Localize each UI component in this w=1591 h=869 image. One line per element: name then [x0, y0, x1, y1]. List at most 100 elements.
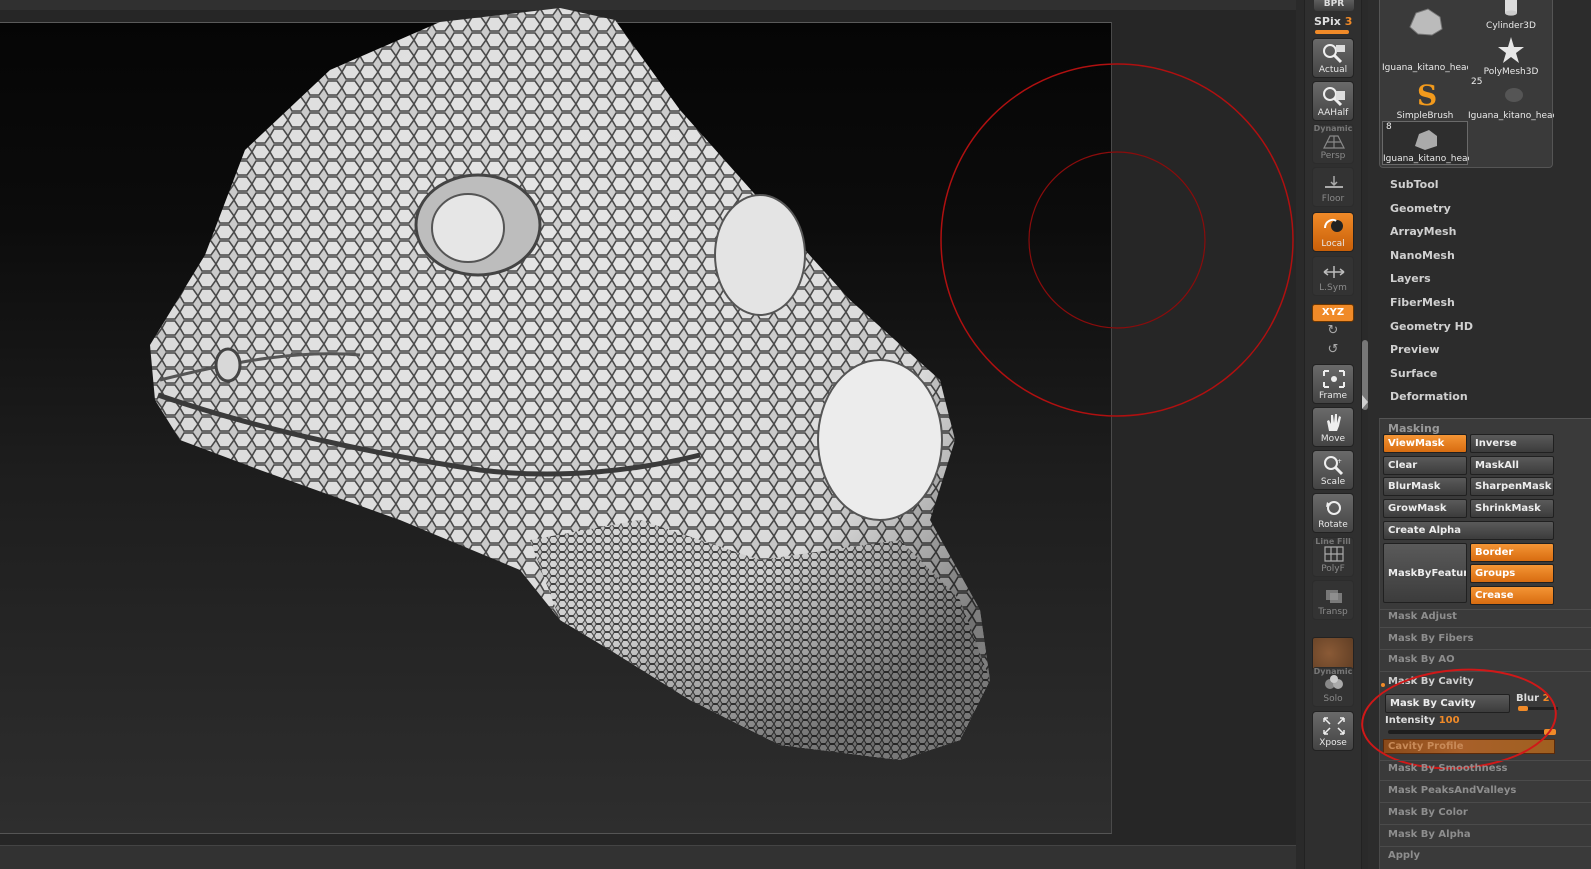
move-button[interactable]: Move — [1312, 407, 1354, 447]
tool-thumb-iguana-25[interactable]: 25 Iguana_kitano_heac — [1468, 77, 1554, 121]
separator — [1380, 780, 1591, 781]
inverse-button[interactable]: Inverse — [1470, 434, 1554, 453]
solo-button[interactable]: Dynamic Solo — [1312, 667, 1354, 707]
tool-thumb-label: Iguana_kitano_heac — [1383, 154, 1469, 164]
menu-subtool[interactable]: SubTool — [1390, 178, 1439, 191]
rotate-y-icon[interactable]: ↻ — [1325, 324, 1341, 338]
polyf-button[interactable]: Line Fill PolyF — [1312, 537, 1354, 577]
xpose-button[interactable]: Xpose — [1312, 711, 1354, 751]
lsym-button[interactable]: L.Sym — [1312, 256, 1354, 296]
tool-thumb-iguana-8[interactable]: 8 Iguana_kitano_heac — [1382, 121, 1469, 165]
hand-icon — [1327, 414, 1341, 431]
xpose-label: Xpose — [1319, 738, 1347, 748]
iguana-head-model[interactable] — [0, 0, 1296, 869]
aahalf-button[interactable]: AAHalf — [1312, 81, 1354, 121]
spix-control[interactable]: SPix 3 — [1314, 15, 1352, 28]
tool-thumb-polymesh3d[interactable]: PolyMesh3D — [1468, 33, 1554, 77]
menu-preview[interactable]: Preview — [1390, 343, 1440, 356]
local-rotate-icon — [1324, 218, 1343, 232]
mask-by-ao-subpalette[interactable]: Mask By AO — [1388, 654, 1455, 665]
sharpenmask-button[interactable]: SharpenMask — [1470, 477, 1554, 496]
right-shelf: BPR SPix 3 Actual AAHalf Dynamic Persp F… — [1304, 0, 1362, 869]
spix-label: SPix — [1314, 15, 1341, 28]
solo-spheres-icon — [1325, 675, 1343, 689]
menu-nanomesh[interactable]: NanoMesh — [1390, 249, 1455, 262]
xpose-arrows-icon — [1323, 717, 1345, 735]
tool-thumb-label: PolyMesh3D — [1483, 67, 1539, 77]
menu-fibermesh[interactable]: FiberMesh — [1390, 296, 1455, 309]
blurmask-button[interactable]: BlurMask — [1383, 477, 1467, 496]
frame-button[interactable]: Frame — [1312, 364, 1354, 404]
actual-button[interactable]: Actual — [1312, 38, 1354, 78]
xyz-button[interactable]: XYZ — [1312, 304, 1354, 322]
separator — [1380, 824, 1591, 825]
aahalf-label: AAHalf — [1317, 108, 1349, 118]
rock-mesh-icon — [1409, 8, 1443, 36]
rotate-z-icon[interactable]: ↺ — [1325, 343, 1341, 357]
svg-text:S: S — [1417, 79, 1437, 109]
border-button[interactable]: Border — [1470, 543, 1554, 562]
nostril — [214, 347, 242, 383]
tool-thumb-label: Iguana_kitano_heac — [1468, 111, 1554, 121]
cylinder-icon — [1505, 0, 1517, 16]
viewmask-button[interactable]: ViewMask — [1383, 434, 1467, 453]
frame-icon — [1323, 370, 1345, 388]
maskbyfeature-button[interactable]: MaskByFeatur — [1383, 543, 1467, 603]
svg-text:+: + — [1337, 458, 1342, 465]
menu-layers[interactable]: Layers — [1390, 272, 1431, 285]
symmetry-arrows-icon — [1323, 266, 1345, 278]
groups-button[interactable]: Groups — [1470, 564, 1554, 583]
growmask-button[interactable]: GrowMask — [1383, 499, 1467, 518]
tool-thumbnails: Iguana_kitano_heac Cylinder3D PolyMesh3D… — [1379, 0, 1554, 168]
create-alpha-button[interactable]: Create Alpha — [1383, 521, 1554, 540]
mask-by-smoothness-subpalette[interactable]: Mask By Smoothness — [1388, 763, 1507, 774]
mask-adjust-subpalette[interactable]: Mask Adjust — [1388, 611, 1457, 622]
spix-value: 3 — [1344, 15, 1353, 28]
transp-button[interactable]: Transp — [1312, 580, 1354, 620]
persp-button[interactable]: Dynamic Persp — [1312, 124, 1354, 164]
menu-surface[interactable]: Surface — [1390, 367, 1437, 380]
bpr-button[interactable]: BPR — [1314, 0, 1354, 11]
crease-button[interactable]: Crease — [1470, 586, 1554, 605]
tool-thumb-label: Cylinder3D — [1486, 21, 1536, 31]
maskall-button[interactable]: MaskAll — [1470, 456, 1554, 475]
mask-by-fibers-subpalette[interactable]: Mask By Fibers — [1388, 633, 1474, 644]
floor-button[interactable]: Floor — [1312, 167, 1354, 207]
menu-deformation[interactable]: Deformation — [1390, 390, 1468, 403]
mask-by-alpha-subpalette[interactable]: Mask By Alpha — [1388, 829, 1471, 840]
menu-geometry-hd[interactable]: Geometry HD — [1390, 320, 1473, 333]
mask-by-color-subpalette[interactable]: Mask By Color — [1388, 807, 1468, 818]
scale-button[interactable]: + Scale — [1312, 450, 1354, 490]
simplebrush-s-icon: S — [1417, 79, 1437, 109]
brush-inner-circle — [1028, 151, 1206, 329]
move-label: Move — [1320, 434, 1346, 444]
document-viewport[interactable] — [0, 0, 1296, 869]
rotate-label: Rotate — [1318, 520, 1348, 530]
rotate-button[interactable]: Rotate — [1312, 493, 1354, 533]
tool-thumb-count: 25 — [1471, 77, 1483, 87]
tool-thumb-cylinder3d[interactable]: Cylinder3D — [1468, 0, 1554, 31]
tool-thumb-label: Iguana_kitano_heac — [1382, 63, 1468, 73]
tool-thumb-simplebrush[interactable]: S SimpleBrush — [1382, 77, 1468, 121]
tool-thumb-iguana-1[interactable]: Iguana_kitano_heac — [1382, 0, 1468, 73]
spix-slider[interactable] — [1315, 30, 1349, 34]
shrinkmask-button[interactable]: ShrinkMask — [1470, 499, 1554, 518]
separator — [1380, 760, 1591, 761]
open-indicator-dot — [1381, 683, 1385, 687]
apply-subpalette[interactable]: Apply — [1388, 850, 1420, 861]
separator — [1380, 649, 1591, 650]
mask-peaks-valleys-subpalette[interactable]: Mask PeaksAndValleys — [1388, 785, 1516, 796]
menu-geometry[interactable]: Geometry — [1390, 202, 1451, 215]
perspective-grid-icon — [1323, 135, 1345, 149]
solo-label: Solo — [1323, 694, 1343, 704]
clear-button[interactable]: Clear — [1383, 456, 1467, 475]
local-button[interactable]: Local — [1312, 212, 1354, 252]
polyframe-icon — [1324, 546, 1344, 562]
magnifier-icon — [1323, 44, 1345, 64]
menu-arraymesh[interactable]: ArrayMesh — [1390, 225, 1456, 238]
iguana-mesh-icon — [1505, 88, 1523, 102]
scale-magnifier-icon: + — [1324, 456, 1344, 476]
floor-label: Floor — [1321, 194, 1345, 204]
actual-label: Actual — [1318, 65, 1348, 75]
transp-label: Transp — [1318, 607, 1348, 617]
